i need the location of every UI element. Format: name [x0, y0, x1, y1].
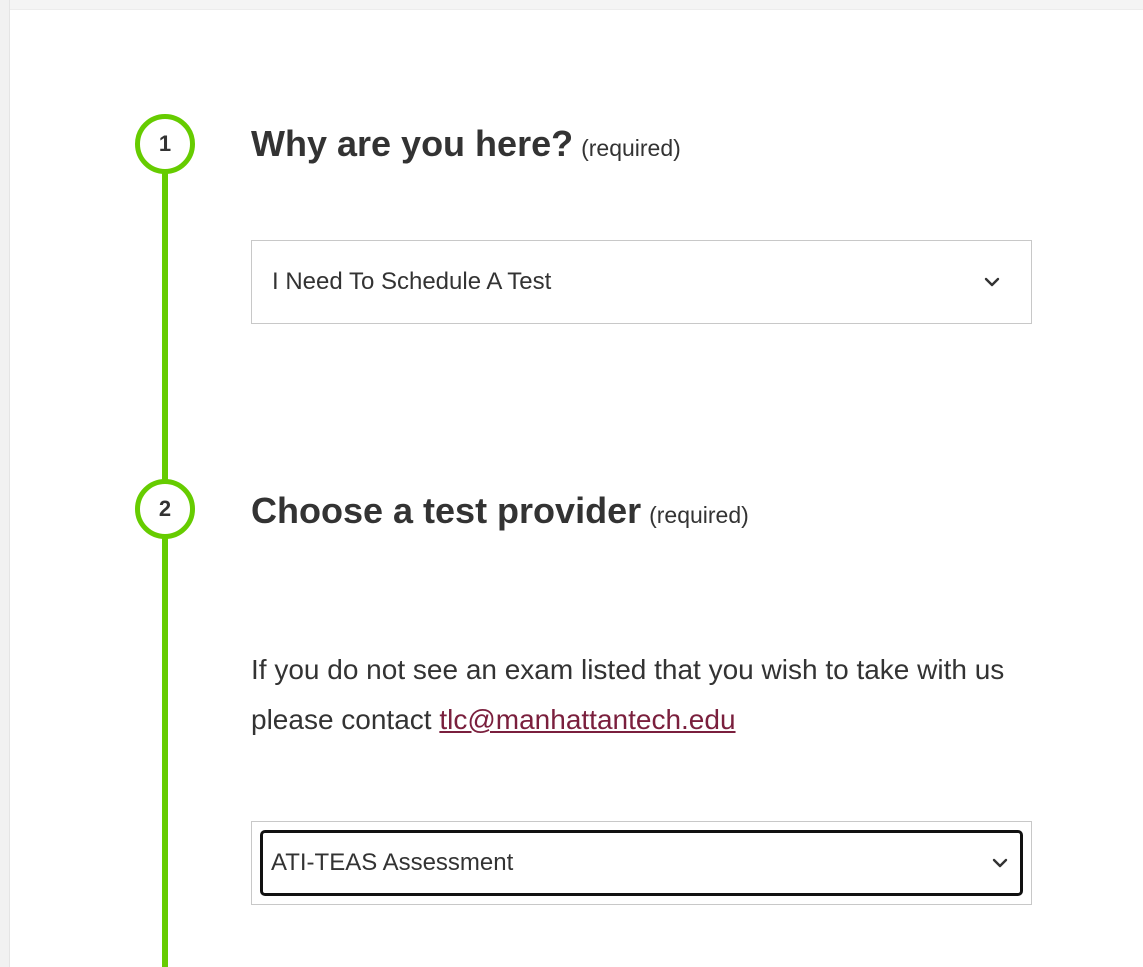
contact-email-link[interactable]: tlc@manhattantech.edu	[439, 704, 735, 735]
step-2-title: Choose a test provider	[251, 490, 642, 531]
step-2-heading: Choose a test provider (required)	[251, 490, 749, 532]
top-frame-border	[0, 0, 1143, 10]
step-2-number: 2	[135, 479, 195, 539]
test-provider-select[interactable]: ATI-TEAS Assessment	[251, 821, 1032, 905]
reason-select[interactable]: I Need To Schedule A Test	[251, 240, 1032, 324]
step-1-heading: Why are you here? (required)	[251, 123, 681, 165]
reason-select-inner: I Need To Schedule A Test	[252, 241, 1031, 323]
test-provider-select-inner: ATI-TEAS Assessment	[260, 830, 1023, 896]
chevron-down-icon	[992, 858, 1008, 868]
test-provider-select-value: ATI-TEAS Assessment	[271, 849, 514, 876]
step-2-required-label: (required)	[649, 502, 749, 528]
provider-info-text: If you do not see an exam listed that yo…	[251, 645, 1051, 745]
chevron-down-icon	[984, 277, 1000, 287]
step-1-title: Why are you here?	[251, 123, 574, 164]
step-1-required-label: (required)	[581, 135, 681, 161]
page: 1 Why are you here? (required) I Need To …	[0, 0, 1143, 967]
reason-select-value: I Need To Schedule A Test	[272, 268, 552, 295]
step-timeline-line	[162, 170, 168, 967]
left-frame-border	[0, 0, 10, 967]
step-1-number: 1	[135, 114, 195, 174]
